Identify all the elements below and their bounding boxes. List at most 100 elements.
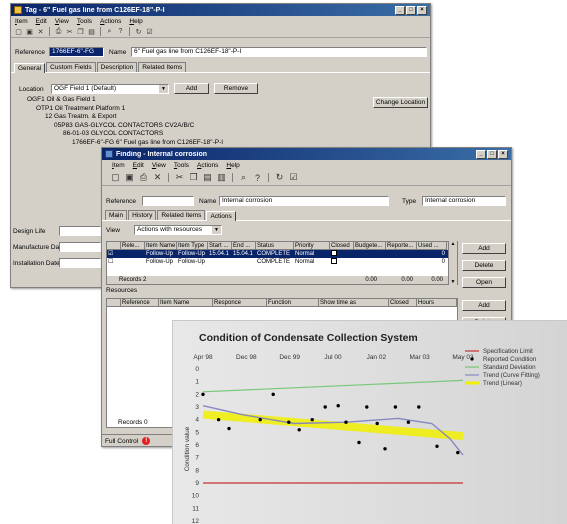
name-input[interactable]: 6" Fuel gas line from C126EF-18"-P-I bbox=[131, 47, 427, 57]
close-button[interactable]: × bbox=[417, 5, 427, 15]
copy-icon[interactable]: ❐ bbox=[76, 27, 85, 36]
menu-item[interactable]: Item bbox=[15, 18, 28, 25]
installation-date-input[interactable] bbox=[59, 258, 101, 268]
maximize-button[interactable]: □ bbox=[487, 149, 497, 159]
column-header[interactable]: Hours bbox=[417, 299, 457, 307]
menu-tools[interactable]: Tools bbox=[174, 162, 189, 169]
cut-icon[interactable]: ✂ bbox=[174, 172, 185, 183]
delete-icon[interactable]: ✕ bbox=[36, 27, 45, 36]
add-resource-button[interactable]: Add bbox=[462, 300, 506, 311]
tag-window-titlebar[interactable]: Tag - 6" Fuel gas line from C126EF-18"-P… bbox=[11, 4, 430, 16]
paste-icon[interactable]: ▤ bbox=[202, 172, 213, 183]
menu-help[interactable]: Help bbox=[226, 162, 239, 169]
column-header[interactable]: Closed bbox=[389, 299, 417, 307]
location-select[interactable]: OGF Field 1 (Default) ▼ bbox=[51, 84, 169, 94]
name-input[interactable]: Internal corrosion bbox=[219, 196, 389, 206]
tab-general[interactable]: General bbox=[14, 63, 46, 73]
help-icon[interactable]: ? bbox=[116, 27, 125, 36]
print-icon[interactable]: ⎙ bbox=[138, 172, 149, 183]
column-header[interactable]: Show time as bbox=[319, 299, 389, 307]
chevron-down-icon[interactable]: ▼ bbox=[212, 226, 221, 234]
table-row[interactable]: ☑ Follow-Up Follow-Up 15.04.1 15.04.1 CO… bbox=[107, 250, 457, 258]
close-button[interactable]: × bbox=[498, 149, 508, 159]
tree-node[interactable]: 05P83 GAS-GLYCOL CONTACTORS CV2A/B/C bbox=[27, 122, 223, 131]
tab-history[interactable]: History bbox=[128, 210, 157, 220]
scroll-down-icon[interactable]: ▼ bbox=[449, 279, 457, 285]
save-icon[interactable]: ▣ bbox=[25, 27, 34, 36]
row-checkbox-icon[interactable]: ☐ bbox=[107, 258, 121, 266]
cut-icon[interactable]: ✂ bbox=[65, 27, 74, 36]
tab-related-items[interactable]: Related Items bbox=[138, 62, 187, 72]
minimize-button[interactable]: _ bbox=[476, 149, 486, 159]
menu-view[interactable]: View bbox=[152, 162, 166, 169]
menu-edit[interactable]: Edit bbox=[133, 162, 144, 169]
column-header[interactable]: Used ... bbox=[417, 242, 447, 250]
column-header[interactable]: Function bbox=[267, 299, 319, 307]
closed-checkbox[interactable] bbox=[331, 258, 337, 264]
paste-special-icon[interactable]: ▥ bbox=[216, 172, 227, 183]
new-icon[interactable]: ▢ bbox=[14, 27, 23, 36]
tab-main[interactable]: Main bbox=[105, 210, 128, 220]
menu-tools[interactable]: Tools bbox=[77, 18, 92, 25]
finding-window-titlebar[interactable]: Finding - Internal corrosion _ □ × bbox=[102, 148, 511, 160]
view-select[interactable]: Actions with resources ▼ bbox=[134, 225, 222, 235]
delete-icon[interactable]: ✕ bbox=[152, 172, 163, 183]
column-header[interactable]: Item Type bbox=[177, 242, 208, 250]
minimize-button[interactable]: _ bbox=[395, 5, 405, 15]
check-icon[interactable]: ☑ bbox=[288, 172, 299, 183]
tab-description[interactable]: Description bbox=[96, 62, 138, 72]
column-header[interactable]: Rele... bbox=[121, 242, 145, 250]
delete-action-button[interactable]: Delete bbox=[462, 260, 506, 271]
scroll-up-icon[interactable]: ▲ bbox=[449, 241, 457, 247]
actions-scrollbar[interactable]: ▲ ▼ bbox=[448, 241, 457, 285]
menu-help[interactable]: Help bbox=[129, 18, 142, 25]
column-header[interactable]: Priority bbox=[294, 242, 330, 250]
column-header[interactable]: Start ... bbox=[208, 242, 232, 250]
new-icon[interactable]: ▢ bbox=[110, 172, 121, 183]
reference-input[interactable]: 1766EF-6"-FG bbox=[49, 47, 104, 57]
change-location-button[interactable]: Change Location bbox=[373, 97, 428, 108]
menu-actions[interactable]: Actions bbox=[100, 18, 121, 25]
column-header[interactable]: End ... bbox=[232, 242, 256, 250]
column-header[interactable]: Budgete... bbox=[354, 242, 386, 250]
add-action-button[interactable]: Add bbox=[462, 243, 506, 254]
column-header[interactable]: Reference bbox=[121, 299, 159, 307]
add-location-button[interactable]: Add bbox=[174, 83, 209, 94]
chevron-down-icon[interactable]: ▼ bbox=[159, 85, 168, 93]
column-header[interactable]: Responce bbox=[213, 299, 267, 307]
save-icon[interactable]: ▣ bbox=[124, 172, 135, 183]
copy-icon[interactable]: ❐ bbox=[188, 172, 199, 183]
paste-icon[interactable]: ▤ bbox=[87, 27, 96, 36]
column-header[interactable]: Status bbox=[256, 242, 294, 250]
tree-node[interactable]: 1766EF-6"-FG 6" Fuel gas line from C126E… bbox=[27, 139, 223, 148]
menu-item[interactable]: Item bbox=[112, 162, 125, 169]
find-icon[interactable]: ⌕ bbox=[238, 172, 249, 183]
tab-custom-fields[interactable]: Custom Fields bbox=[46, 62, 96, 72]
find-icon[interactable]: ⌕ bbox=[105, 27, 114, 36]
menu-edit[interactable]: Edit bbox=[36, 18, 47, 25]
remove-location-button[interactable]: Remove bbox=[214, 83, 258, 94]
tree-node[interactable]: OTP1 Oil Treatment Platform 1 bbox=[27, 105, 223, 114]
design-life-input[interactable] bbox=[59, 226, 101, 236]
alert-icon[interactable]: ! bbox=[142, 437, 151, 445]
tab-related-items[interactable]: Related Items bbox=[157, 210, 206, 220]
help-icon[interactable]: ? bbox=[252, 172, 263, 183]
table-row[interactable]: ☐ Follow-Up Follow-Up COMPLETE Normal 0 bbox=[107, 258, 457, 266]
tab-actions[interactable]: Actions bbox=[206, 211, 236, 221]
column-header[interactable]: Reporte... bbox=[386, 242, 417, 250]
open-action-button[interactable]: Open bbox=[462, 277, 506, 288]
refresh-icon[interactable]: ↻ bbox=[134, 27, 143, 36]
column-header[interactable]: Closed bbox=[330, 242, 354, 250]
refresh-icon[interactable]: ↻ bbox=[274, 172, 285, 183]
manufacture-date-input[interactable] bbox=[59, 242, 101, 252]
menu-view[interactable]: View bbox=[55, 18, 69, 25]
tree-node[interactable]: 12 Gas Treatm. & Export bbox=[27, 113, 223, 122]
row-checkbox-icon[interactable]: ☑ bbox=[107, 250, 121, 258]
type-input[interactable]: Internal corrosion bbox=[422, 196, 506, 206]
closed-checkbox[interactable] bbox=[331, 250, 337, 256]
tree-node[interactable]: 86-01-03 GLYCOL CONTACTORS bbox=[27, 130, 223, 139]
maximize-button[interactable]: □ bbox=[406, 5, 416, 15]
menu-actions[interactable]: Actions bbox=[197, 162, 218, 169]
tree-node[interactable]: OGF1 Oil & Gas Field 1 bbox=[27, 96, 223, 105]
reference-input[interactable] bbox=[142, 196, 194, 206]
